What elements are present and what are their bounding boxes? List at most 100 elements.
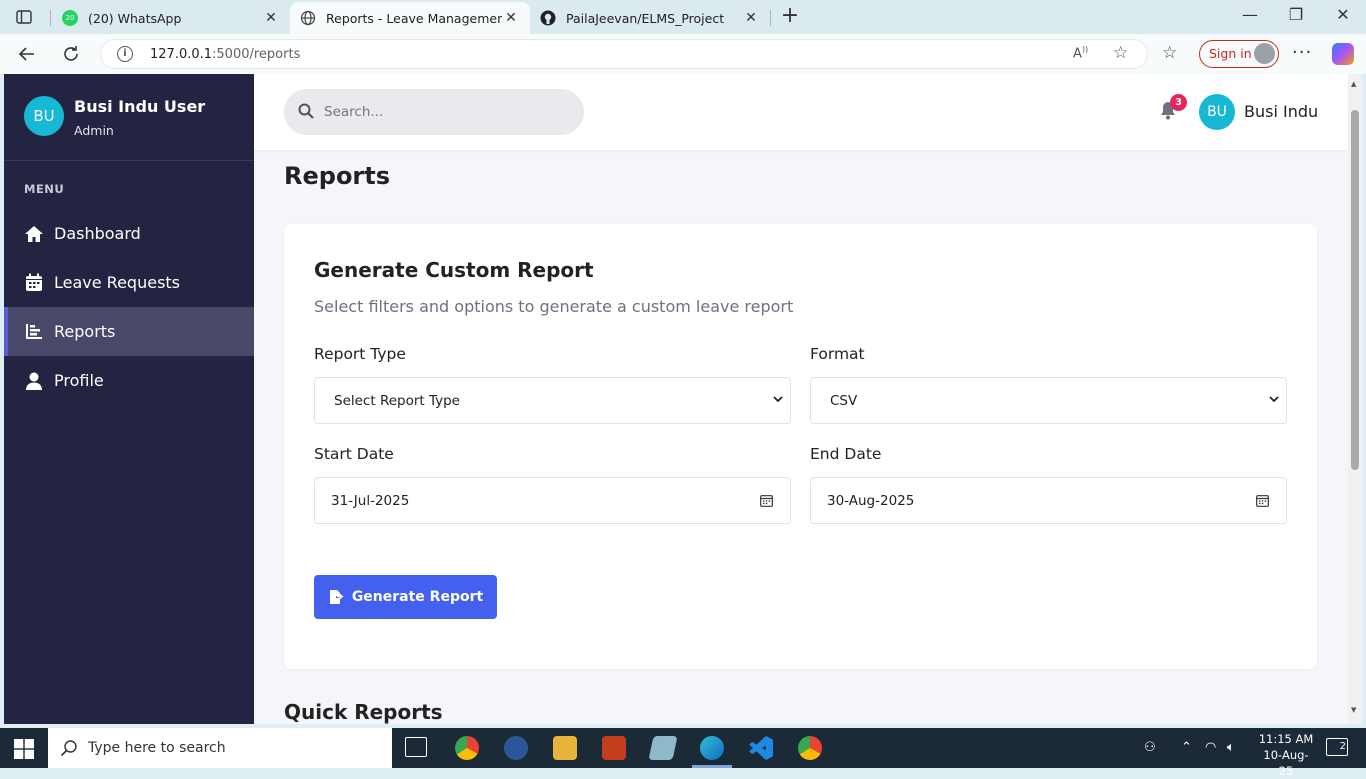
calendar-icon[interactable]	[1256, 494, 1269, 511]
close-icon[interactable]: ✕	[742, 10, 760, 26]
format-value: CSV	[830, 393, 858, 409]
copilot-icon[interactable]	[1332, 43, 1354, 65]
volume-icon[interactable]: 🔈︎	[1227, 740, 1235, 755]
chevron-down-icon	[1268, 392, 1280, 410]
site-info-icon[interactable]: i	[117, 46, 133, 62]
format-label: Format	[810, 345, 865, 363]
window-close-icon[interactable]: ✕	[1331, 5, 1355, 29]
browser-tab-bar: 20 (20) WhatsApp ✕ Reports - Leave Manag…	[0, 0, 1366, 34]
sidebar-user-panel: BU Busi Indu User Admin	[4, 74, 254, 161]
favorite-star-icon[interactable]: ☆	[1113, 43, 1128, 63]
sidebar-item-label: Profile	[54, 371, 104, 390]
calendar-icon	[24, 273, 44, 293]
file-export-icon	[328, 589, 344, 605]
powerpoint-icon[interactable]	[602, 736, 626, 760]
start-date-label: Start Date	[314, 445, 394, 463]
edge-icon[interactable]	[700, 736, 724, 760]
report-type-value: Select Report Type	[334, 393, 460, 409]
sidebar-item-label: Dashboard	[54, 224, 141, 243]
url-field[interactable]: i 127.0.0.1:5000/reports A)) ☆	[100, 39, 1148, 69]
generate-report-label: Generate Report	[351, 589, 484, 605]
url-text: 127.0.0.1:5000/reports	[150, 47, 300, 62]
end-date-label: End Date	[810, 445, 882, 463]
tab-title: (20) WhatsApp	[88, 10, 182, 26]
new-tab-icon[interactable]: +	[778, 5, 802, 29]
more-options-icon[interactable]: ···	[1292, 42, 1312, 63]
avatar: BU	[24, 96, 64, 136]
favorites-icon[interactable]: ☆	[1162, 43, 1177, 63]
generate-report-button[interactable]: Generate Report	[314, 575, 497, 619]
file-explorer-icon[interactable]	[553, 736, 577, 760]
end-date-input[interactable]: 30-Aug-2025	[810, 477, 1287, 524]
sidebar-item-profile[interactable]: Profile	[4, 356, 254, 405]
tab-title: PailaJeevan/ELMS_Project	[566, 10, 725, 26]
url-host: 127.0.0.1	[150, 47, 213, 62]
notification-badge: 3	[1170, 94, 1187, 111]
report-type-label: Report Type	[314, 345, 406, 363]
tab-reports[interactable]: Reports - Leave Management Sys ✕	[290, 2, 530, 34]
sign-in-button[interactable]: Sign in	[1199, 40, 1279, 68]
task-view-icon[interactable]	[405, 737, 427, 757]
notification-center-icon[interactable]: 2	[1326, 738, 1348, 756]
profile-avatar-icon	[1254, 43, 1275, 64]
sidebar-item-leave-requests[interactable]: Leave Requests	[4, 258, 254, 307]
word-app-icon[interactable]	[504, 736, 528, 760]
card-title: Generate Custom Report	[314, 258, 594, 282]
page-scrollbar[interactable]: ▲ ▼	[1348, 74, 1362, 724]
user-icon	[24, 371, 44, 391]
sidebar-item-reports[interactable]: Reports	[4, 307, 254, 356]
people-icon[interactable]: ⚇	[1144, 740, 1156, 755]
sidebar-item-dashboard[interactable]: Dashboard	[4, 209, 254, 258]
top-header: 3 BU Busi Indu	[254, 74, 1348, 150]
scroll-down-icon[interactable]: ▼	[1351, 706, 1356, 714]
sidebar-user-name: Busi Indu User	[74, 97, 206, 116]
minimize-icon[interactable]: —	[1238, 5, 1262, 29]
tab-actions-icon[interactable]	[10, 6, 38, 28]
tab-github[interactable]: PailaJeevan/ELMS_Project ✕	[530, 2, 770, 34]
refresh-icon[interactable]	[58, 42, 84, 66]
wifi-icon[interactable]: ◠	[1205, 740, 1216, 755]
header-user-name[interactable]: Busi Indu	[1244, 102, 1318, 121]
close-icon[interactable]: ✕	[502, 10, 520, 26]
tab-whatsapp[interactable]: 20 (20) WhatsApp ✕	[52, 2, 290, 34]
notes-app-icon[interactable]	[648, 736, 678, 760]
start-date-input[interactable]: 31-Jul-2025	[314, 477, 791, 524]
card-subtitle: Select filters and options to generate a…	[314, 297, 794, 316]
menu-heading: MENU	[24, 182, 65, 196]
sidebar-item-label: Reports	[54, 322, 116, 341]
format-select[interactable]: CSV	[810, 377, 1287, 424]
vscode-icon[interactable]	[749, 736, 773, 760]
search-box[interactable]	[284, 89, 584, 135]
scroll-up-icon[interactable]: ▲	[1351, 80, 1356, 88]
chrome-profile-icon[interactable]	[798, 736, 822, 760]
sidebar-user-role: Admin	[74, 123, 114, 138]
scrollbar-thumb[interactable]	[1351, 110, 1359, 470]
whatsapp-icon: 20	[62, 10, 78, 26]
start-date-value: 31-Jul-2025	[331, 493, 410, 509]
report-type-select[interactable]: Select Report Type	[314, 377, 791, 424]
tab-title: Reports - Leave Management Sys	[326, 10, 502, 26]
custom-report-card: Generate Custom Report Select filters an…	[284, 224, 1317, 669]
chrome-icon[interactable]	[455, 736, 479, 760]
taskbar-search-text: Type here to search	[88, 740, 226, 756]
close-icon[interactable]: ✕	[262, 10, 280, 26]
search-input[interactable]	[324, 101, 564, 123]
calendar-icon[interactable]	[760, 494, 773, 511]
sidebar-item-label: Leave Requests	[54, 273, 181, 292]
github-icon	[540, 10, 556, 26]
taskbar-search-box[interactable]: Type here to search	[48, 728, 392, 768]
search-icon	[60, 739, 78, 761]
page-title: Reports	[284, 162, 391, 190]
read-aloud-icon[interactable]: A))	[1073, 45, 1088, 61]
system-clock[interactable]: 11:15 AM 10-Aug-25	[1258, 731, 1314, 779]
restore-icon[interactable]: ❐	[1284, 5, 1308, 29]
chevron-down-icon	[772, 392, 784, 410]
globe-icon	[300, 10, 316, 26]
url-path: :5000/reports	[212, 47, 301, 62]
chevron-up-icon[interactable]: ⌃	[1181, 740, 1192, 755]
home-icon	[24, 224, 44, 244]
back-icon[interactable]	[14, 42, 40, 66]
avatar[interactable]: BU	[1199, 94, 1235, 130]
sidebar: BU Busi Indu User Admin MENU Dashboard L…	[4, 74, 254, 724]
windows-start-icon[interactable]	[14, 739, 34, 763]
